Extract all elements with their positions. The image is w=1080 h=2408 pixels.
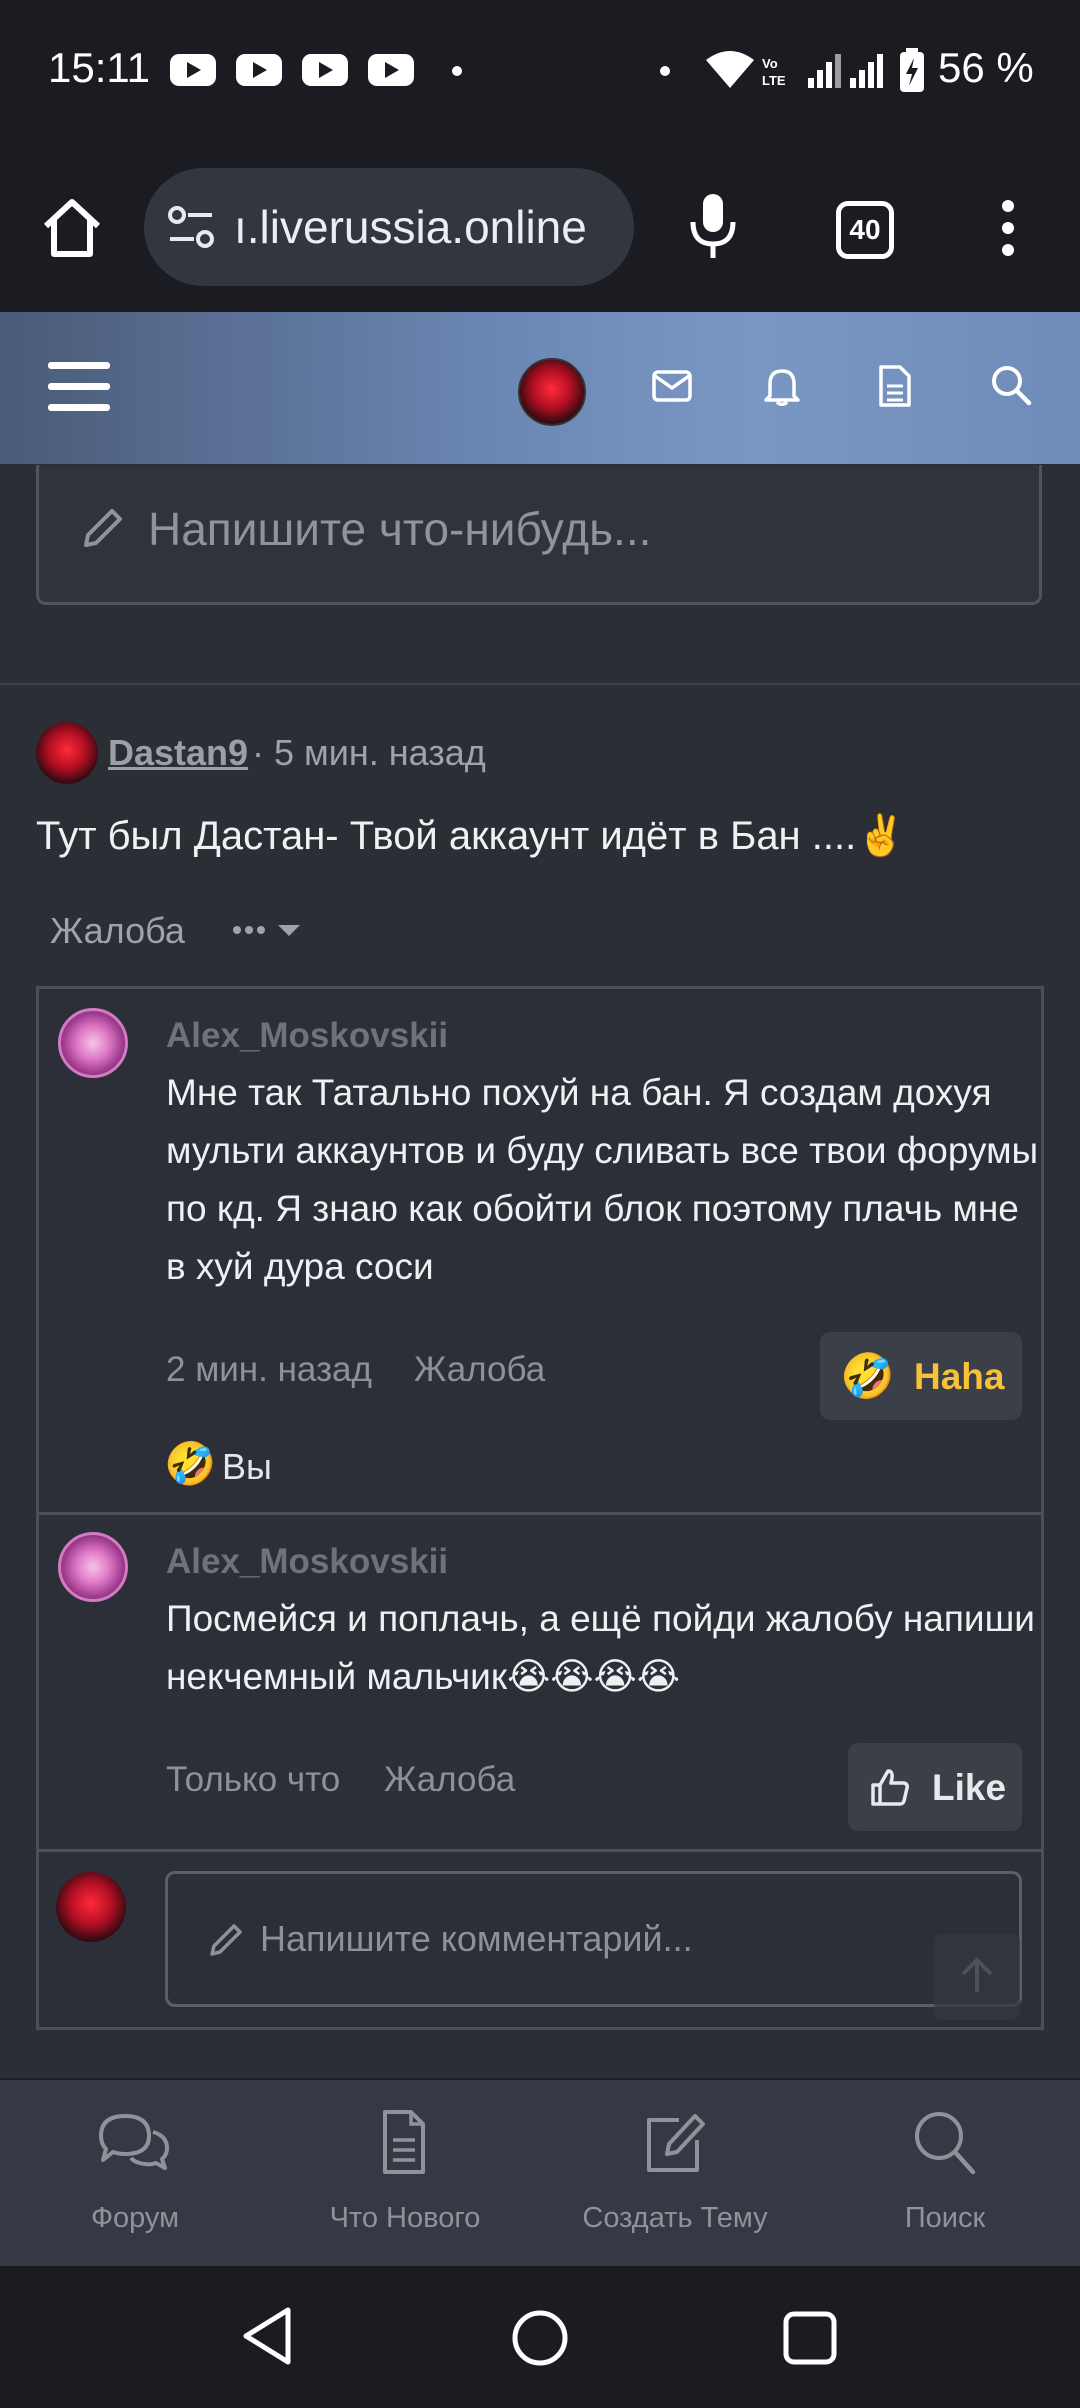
menu-icon[interactable] xyxy=(48,360,110,414)
youtube-icon xyxy=(236,54,282,86)
search-icon[interactable] xyxy=(990,364,1032,406)
volte-icon: Vo LTE xyxy=(762,56,786,88)
nav-label: Что Нового xyxy=(329,2202,481,2234)
comment-timestamp[interactable]: 2 мин. назад xyxy=(166,1350,372,1390)
pencil-icon xyxy=(84,509,122,547)
nav-label: Поиск xyxy=(904,2202,986,2234)
dot-icon xyxy=(452,66,462,76)
comment-text: Посмейся и поплачь, а ещё пойди жалобу н… xyxy=(166,1598,1035,1697)
youtube-icon xyxy=(368,54,414,86)
url-bar[interactable]: ı.liverussia.online xyxy=(144,168,634,286)
document-icon xyxy=(383,2110,425,2174)
avatar[interactable] xyxy=(518,358,586,426)
comment-timestamp[interactable]: Только что xyxy=(166,1760,340,1800)
site-settings-icon[interactable] xyxy=(166,204,216,250)
divider xyxy=(0,683,1080,685)
nav-forum[interactable]: Форум xyxy=(0,2078,270,2266)
url-text: ı.liverussia.online xyxy=(234,201,587,253)
comment-report-link[interactable]: Жалоба xyxy=(414,1350,545,1390)
svg-text:Vo: Vo xyxy=(762,56,778,71)
reaction-label: Like xyxy=(932,1767,1007,1808)
arrow-up-icon xyxy=(961,1957,993,1992)
signal-icon xyxy=(850,54,883,88)
scroll-to-top-button[interactable] xyxy=(934,1934,1020,2020)
post-author-avatar[interactable] xyxy=(36,722,98,784)
comment-text: Мне так Татально похуй на бан. Я создам … xyxy=(166,1072,1039,1287)
nav-whats-new[interactable]: Что Нового xyxy=(270,2078,540,2266)
divider xyxy=(36,1849,1044,1852)
post-timestamp[interactable]: · 5 мин. назад xyxy=(252,732,486,774)
battery-charging-icon xyxy=(900,48,924,92)
comment-author[interactable]: Alex_Moskovskii xyxy=(166,1016,448,1056)
recents-icon[interactable] xyxy=(782,2310,838,2366)
bell-icon[interactable] xyxy=(764,366,800,406)
more-options-icon[interactable] xyxy=(232,922,304,942)
nav-create-thread[interactable]: Создать Тему xyxy=(540,2078,810,2266)
youtube-icon xyxy=(302,54,348,86)
nav-label: Создать Тему xyxy=(582,2202,768,2234)
haha-reaction-button[interactable]: 🤣 Haha xyxy=(820,1332,1022,1420)
reacted-by[interactable]: Вы xyxy=(222,1446,272,1488)
post-body: Тут был Дастан- Твой аккаунт идёт в Бан … xyxy=(36,814,907,858)
signal-icon xyxy=(808,54,841,88)
mail-icon[interactable] xyxy=(652,370,692,402)
dot-icon xyxy=(660,66,670,76)
comment-author[interactable]: Alex_Moskovskii xyxy=(166,1542,448,1582)
search-icon xyxy=(915,2112,976,2175)
reaction-label: Haha xyxy=(914,1356,1005,1397)
more-vert-icon[interactable] xyxy=(998,198,1018,258)
microphone-icon[interactable] xyxy=(688,192,738,262)
tab-switcher-button[interactable]: 40 xyxy=(836,201,894,259)
wifi-icon xyxy=(706,51,754,88)
post-author-link[interactable]: Dastan9 xyxy=(108,732,248,774)
nav-label: Форум xyxy=(90,2202,180,2234)
comment-report-link[interactable]: Жалоба xyxy=(384,1760,515,1800)
nav-search[interactable]: Поиск xyxy=(810,2078,1080,2266)
back-icon[interactable] xyxy=(240,2306,296,2366)
comment-author-avatar[interactable] xyxy=(58,1008,128,1078)
edit-icon xyxy=(647,2114,705,2172)
post-report-link[interactable]: Жалоба xyxy=(50,910,185,952)
like-button[interactable]: Like xyxy=(848,1743,1022,1831)
laughing-emoji-icon: 🤣 xyxy=(840,1352,895,1401)
compose-placeholder: Напишите что-нибудь... xyxy=(148,503,652,555)
comment-input-placeholder: Напишите комментарий... xyxy=(260,1918,693,1959)
home-circle-icon[interactable] xyxy=(510,2308,570,2368)
comment-author-avatar[interactable] xyxy=(58,1532,128,1602)
divider xyxy=(36,1512,1044,1515)
current-user-avatar[interactable] xyxy=(56,1872,126,1942)
pencil-icon xyxy=(210,1924,242,1956)
laughing-emoji-icon: 🤣 xyxy=(164,1440,217,1487)
svg-text:LTE: LTE xyxy=(762,73,786,88)
document-icon[interactable] xyxy=(878,364,912,408)
status-time: 15:11 xyxy=(48,44,150,91)
chat-icon xyxy=(99,2114,169,2170)
youtube-icon xyxy=(170,54,216,86)
thumbs-up-icon xyxy=(871,1769,909,1806)
battery-percentage: 56 % xyxy=(938,44,1034,91)
home-icon[interactable] xyxy=(40,196,104,260)
